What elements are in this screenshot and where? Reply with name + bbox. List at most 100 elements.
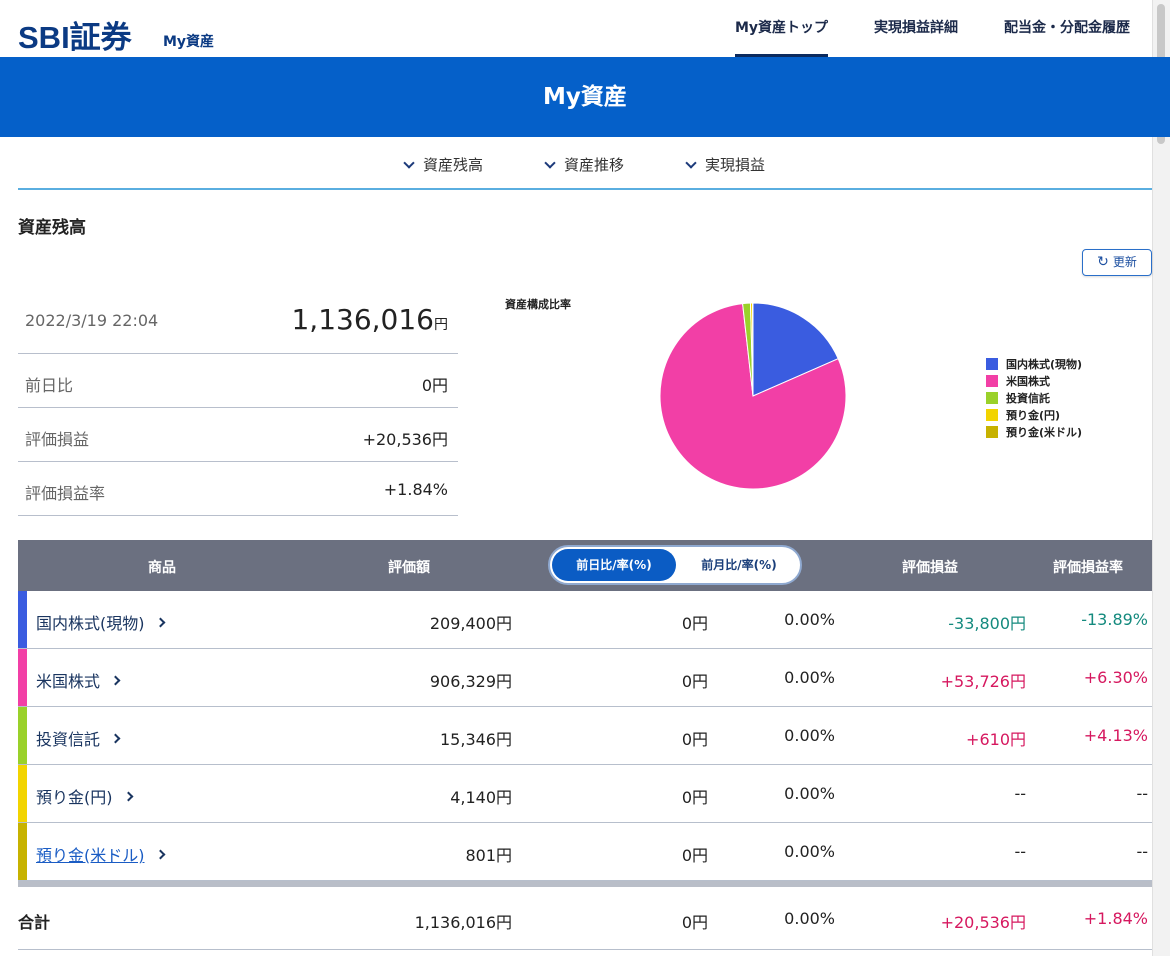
summary-pl-rate: +1.84% [383,480,448,499]
product-link[interactable]: 米国株式 [36,668,121,692]
row-pl: -- [1014,784,1026,803]
period-toggle: 前日比/率(%) 前月比/率(%) [548,545,802,585]
chevron-down-icon [403,157,415,169]
chevron-right-icon [155,849,165,860]
row-pl: +610円 [966,730,1026,749]
total-pct: 0.00% [784,909,835,928]
row-pl-rate: -13.89% [1081,610,1148,629]
category-color-bar [18,591,27,648]
pie-chart-title: 資産構成比率 [505,298,571,311]
row-value: 209,400円 [429,614,512,633]
toggle-month-change[interactable]: 前月比/率(%) [680,549,798,581]
summary-total-value: 1,136,016円 [291,303,448,336]
legend-item: 預り金(米ドル) [986,425,1082,442]
subnav-asset-trend[interactable]: 資産推移 [544,154,624,175]
row-pl-rate: -- [1136,842,1148,861]
row-pct: 0.00% [784,726,835,745]
chevron-right-icon [155,617,165,628]
row-diff: 0円 [681,788,708,807]
row-pl-rate: +6.30% [1083,668,1148,687]
legend-swatch [986,409,998,421]
header-pl-rate: 評価損益率 [1053,560,1123,576]
summary-day-change: 0円 [421,376,448,395]
legend-swatch [986,392,998,404]
section-subnav: 資産残高 資産推移 実現損益 [18,137,1152,190]
row-value: 801円 [465,846,512,865]
table-row: 預り金(円) 4,140円 0円 0.00% -- -- [18,765,1152,823]
chevron-right-icon [110,733,121,744]
row-pl-rate: +4.13% [1083,726,1148,745]
row-pct: 0.00% [784,842,835,861]
summary-total-row: 2022/3/19 22:04 1,136,016円 [18,290,458,354]
legend-item: 預り金(円) [986,408,1082,425]
subnav-asset-balance[interactable]: 資産残高 [403,154,483,175]
nav-dividend-history[interactable]: 配当金・分配金履歴 [1004,0,1130,57]
table-total-row: 合計 1,136,016円 0円 0.00% +20,536円 +1.84% [18,887,1152,950]
sbi-logo[interactable]: SBI証券 [18,12,132,57]
asset-summary: 2022/3/19 22:04 1,136,016円 前日比 0円 評価損益 +… [18,290,458,516]
row-diff: 0円 [681,846,708,865]
row-value: 4,140円 [450,788,512,807]
nav-realized-pl-detail[interactable]: 実現損益詳細 [874,0,958,57]
total-pl-rate: +1.84% [1083,909,1148,928]
product-link[interactable]: 預り金(円) [36,784,133,808]
pie-legend: 国内株式(現物) 米国株式 投資信託 預り金(円) 預り金(米ドル) [986,357,1082,442]
logo-subtitle: My資産 [163,34,215,50]
toggle-day-change[interactable]: 前日比/率(%) [552,549,676,581]
row-diff: 0円 [681,730,708,749]
total-label: 合計 [18,913,51,932]
row-diff: 0円 [681,614,708,633]
header-pl: 評価損益 [902,560,958,576]
row-pl: -- [1014,842,1026,861]
category-color-bar [18,823,27,880]
row-value: 15,346円 [440,730,512,749]
row-pct: 0.00% [784,610,835,629]
nav-my-assets-top[interactable]: My資産トップ [735,0,829,57]
total-diff: 0円 [681,913,708,932]
category-color-bar [18,765,27,822]
legend-swatch [986,426,998,438]
row-diff: 0円 [681,672,708,691]
summary-row: 評価損益 +20,536円 [18,408,458,462]
chevron-right-icon [123,791,133,802]
summary-row: 前日比 0円 [18,354,458,408]
chevron-down-icon [544,157,556,169]
section-title: 資産残高 [18,218,86,238]
top-header: SBI証券 My資産 My資産トップ 実現損益詳細 配当金・分配金履歴 [0,0,1170,57]
header-value: 評価額 [388,560,430,576]
refresh-button[interactable]: ↻ 更新 [1082,249,1152,276]
asset-composition-pie-chart [659,302,847,490]
table-header: 商品 評価額 前日比/率(%) 前月比/率(%) 評価損益 評価損益率 [18,540,1152,591]
category-color-bar [18,649,27,706]
summary-pl: +20,536円 [362,430,448,449]
row-pct: 0.00% [784,784,835,803]
table-row: 国内株式(現物) 209,400円 0円 0.00% -33,800円 -13.89% [18,591,1152,649]
legend-item: 米国株式 [986,374,1082,391]
legend-item: 投資信託 [986,391,1082,408]
row-value: 906,329円 [429,672,512,691]
summary-row: 評価損益率 +1.84% [18,462,458,516]
scrollbar[interactable] [1152,0,1170,956]
total-pl: +20,536円 [940,913,1026,932]
product-link[interactable]: 国内株式(現物) [36,610,165,634]
table-row: 投資信託 15,346円 0円 0.00% +610円 +4.13% [18,707,1152,765]
row-pl: +53,726円 [940,672,1026,691]
legend-swatch [986,375,998,387]
product-link[interactable]: 預り金(米ドル) [36,842,165,866]
product-link[interactable]: 投資信託 [36,726,121,750]
header-product: 商品 [148,560,176,576]
table-row: 預り金(米ドル) 801円 0円 0.00% -- -- [18,823,1152,881]
table-row: 米国株式 906,329円 0円 0.00% +53,726円 +6.30% [18,649,1152,707]
chevron-down-icon [685,157,697,169]
summary-datetime: 2022/3/19 22:04 [25,311,159,330]
row-pl-rate: -- [1136,784,1148,803]
chevron-right-icon [110,675,121,686]
legend-item: 国内株式(現物) [986,357,1082,374]
row-pct: 0.00% [784,668,835,687]
total-value: 1,136,016円 [414,913,512,932]
category-color-bar [18,707,27,764]
row-pl: -33,800円 [948,614,1026,633]
subnav-realized-pl[interactable]: 実現損益 [685,154,765,175]
refresh-icon: ↻ [1097,254,1109,270]
asset-table: 商品 評価額 前日比/率(%) 前月比/率(%) 評価損益 評価損益率 国内株式… [18,540,1152,950]
